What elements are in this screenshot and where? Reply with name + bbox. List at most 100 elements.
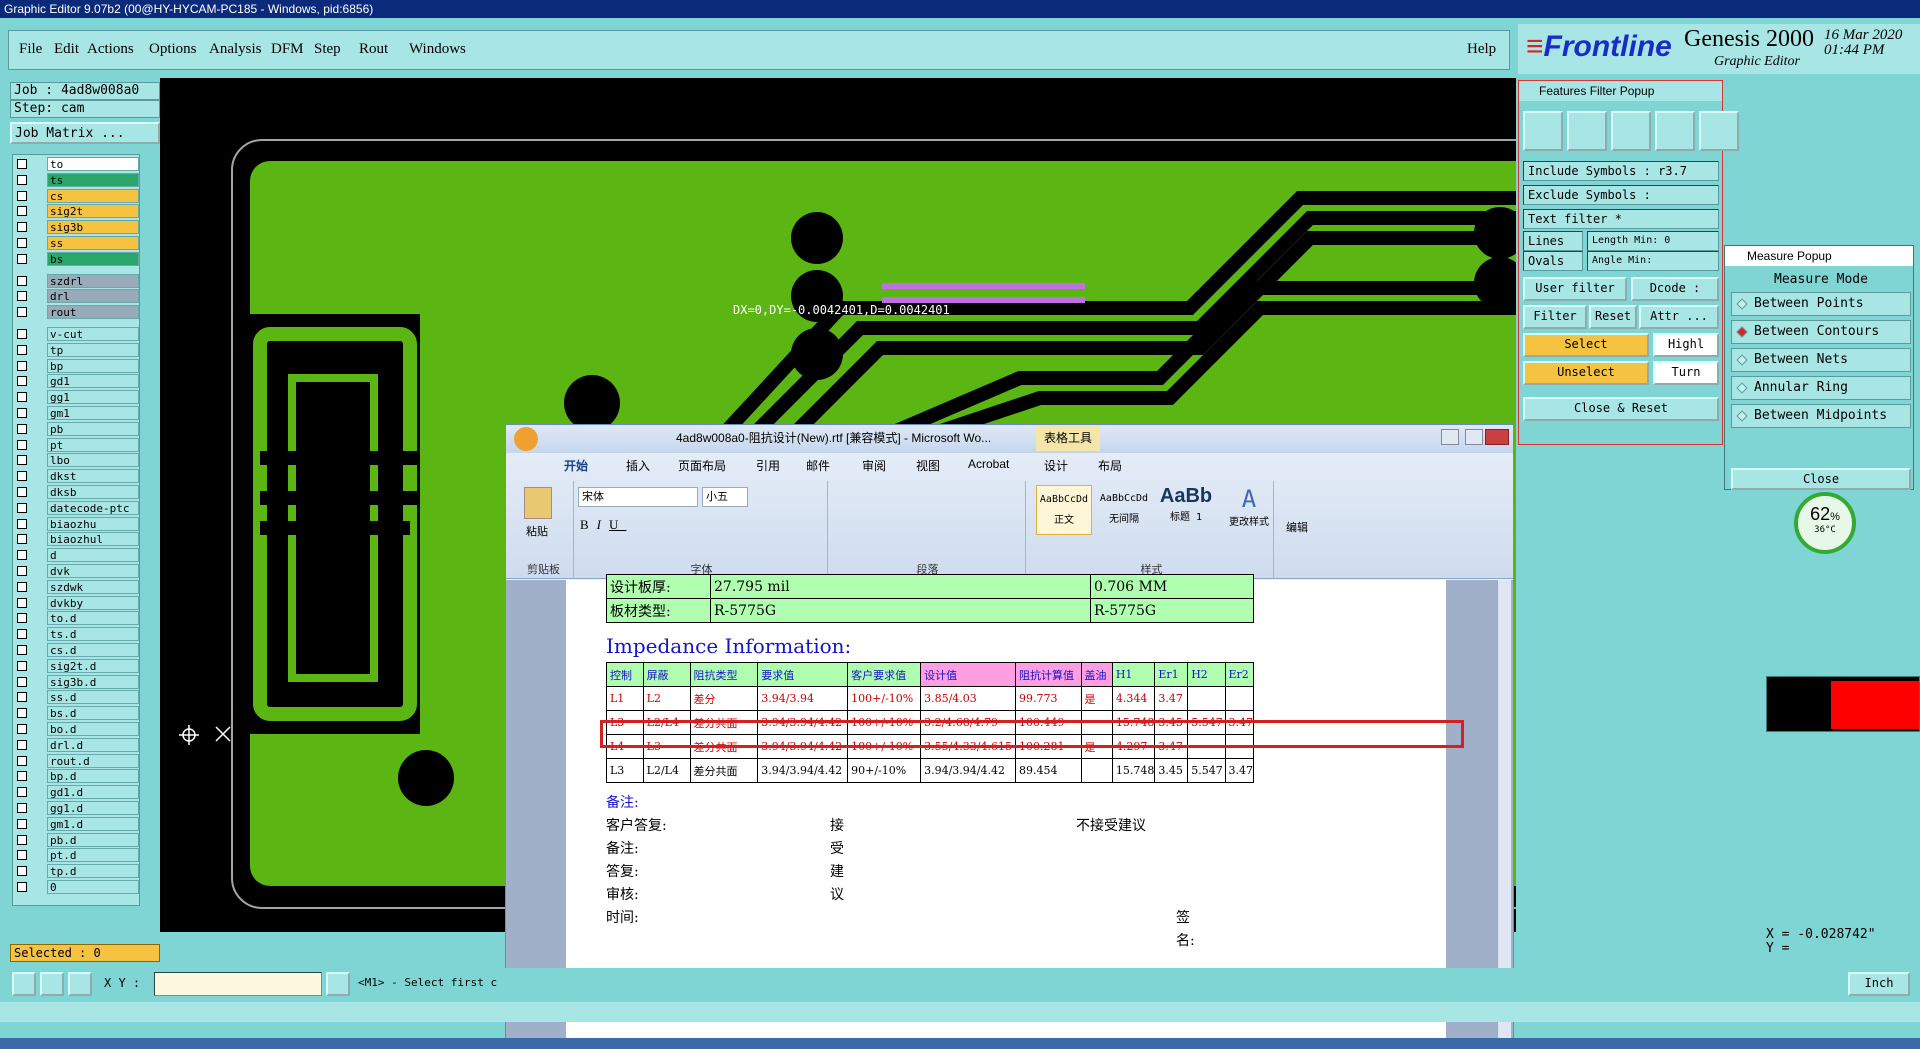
layer-name[interactable]: cs.d — [47, 643, 139, 657]
layer-row[interactable]: lbo — [15, 453, 139, 468]
measure-between-contours[interactable]: Between Contours — [1731, 320, 1911, 344]
paste-icon[interactable] — [524, 487, 552, 519]
layer-checkbox[interactable] — [17, 771, 27, 782]
layer-checkbox[interactable] — [17, 222, 27, 233]
layer-checkbox[interactable] — [17, 423, 27, 434]
layer-checkbox[interactable] — [17, 329, 27, 339]
layer-name[interactable]: ts.d — [47, 627, 139, 642]
layer-name[interactable]: gg1 — [47, 390, 139, 405]
layer-checkbox[interactable] — [17, 238, 27, 248]
layer-row[interactable]: sig2t — [15, 204, 139, 219]
layer-name[interactable]: gm1 — [47, 406, 139, 420]
layer-checkbox[interactable] — [17, 613, 27, 624]
style-normal[interactable]: AaBbCcDd 正文 — [1036, 485, 1092, 535]
minimize-icon[interactable] — [1441, 429, 1459, 445]
layer-name[interactable]: cs — [47, 188, 139, 203]
layer-row[interactable]: ss.d — [15, 690, 139, 705]
layer-checkbox[interactable] — [17, 787, 27, 798]
layer-checkbox[interactable] — [17, 174, 27, 185]
layer-name[interactable]: bp.d — [47, 769, 139, 784]
unselect-button[interactable]: Unselect — [1523, 361, 1649, 385]
layer-row[interactable]: pt — [15, 437, 139, 452]
layer-name[interactable]: dvkby — [47, 595, 139, 610]
layer-row[interactable]: bs — [15, 251, 139, 266]
layer-row[interactable]: szdwk — [15, 579, 139, 594]
layer-row[interactable]: to — [15, 157, 139, 171]
layer-row[interactable]: cs — [15, 188, 139, 203]
lines-checkbox[interactable]: Lines — [1523, 231, 1583, 251]
layer-name[interactable]: szdwk — [47, 579, 139, 594]
layer-row[interactable]: bp.d — [15, 769, 139, 784]
menu-windows[interactable]: Windows — [409, 41, 466, 58]
layer-name[interactable]: sig2t.d — [47, 658, 139, 673]
layer-row[interactable]: ss — [15, 236, 139, 250]
layer-row[interactable]: drl — [15, 289, 139, 304]
include-symbols-field[interactable]: Include Symbols : r3.7 — [1523, 161, 1719, 181]
turn-button[interactable]: Turn — [1653, 361, 1719, 385]
layer-name[interactable]: rout — [47, 305, 139, 320]
layer-checkbox[interactable] — [17, 471, 27, 482]
snap-icon[interactable] — [12, 972, 36, 996]
layer-checkbox[interactable] — [17, 708, 27, 719]
font-format-buttons[interactable]: BIU — [580, 517, 626, 533]
layer-checkbox[interactable] — [17, 818, 27, 829]
layer-name[interactable]: to — [47, 157, 139, 171]
layer-row[interactable]: cs.d — [15, 643, 139, 657]
font-name-select[interactable]: 宋体 — [578, 487, 698, 507]
layer-row[interactable]: dvkby — [15, 595, 139, 610]
tab-references[interactable]: 引用 — [756, 457, 780, 474]
layer-checkbox[interactable] — [17, 660, 27, 671]
layer-name[interactable]: pb — [47, 421, 139, 436]
layer-name[interactable]: lbo — [47, 453, 139, 468]
menu-actions[interactable]: Actions — [87, 41, 134, 58]
layer-name[interactable]: biaozhul — [47, 532, 139, 547]
layer-row[interactable]: biaozhul — [15, 532, 139, 547]
layer-checkbox[interactable] — [17, 392, 27, 403]
layer-name[interactable]: pt.d — [47, 848, 139, 863]
layer-name[interactable]: gd1 — [47, 374, 139, 389]
layer-name[interactable]: gg1.d — [47, 801, 139, 815]
text-tool-icon[interactable] — [1699, 111, 1739, 151]
layer-checkbox[interactable] — [17, 439, 27, 450]
layer-checkbox[interactable] — [17, 360, 27, 371]
maximize-icon[interactable] — [1465, 429, 1483, 445]
layer-name[interactable]: v-cut — [47, 327, 139, 341]
layer-row[interactable]: to.d — [15, 611, 139, 626]
layer-name[interactable]: to.d — [47, 611, 139, 626]
arc-tool-icon[interactable] — [1655, 111, 1695, 151]
layer-checkbox[interactable] — [17, 850, 27, 861]
layer-row[interactable]: biaozhu — [15, 516, 139, 531]
tab-mailings[interactable]: 邮件 — [806, 457, 830, 474]
layer-row[interactable]: gd1.d — [15, 785, 139, 800]
layer-row[interactable]: sig3b.d — [15, 674, 139, 689]
layer-name[interactable]: dvk — [47, 564, 139, 578]
pad-tool-icon[interactable] — [1567, 111, 1607, 151]
layer-checkbox[interactable] — [17, 455, 27, 466]
layer-row[interactable]: datecode-ptc — [15, 500, 139, 515]
layer-checkbox[interactable] — [17, 803, 27, 813]
layer-row[interactable]: drl.d — [15, 737, 139, 752]
measure-between-points[interactable]: Between Points — [1731, 292, 1911, 316]
user-filter-button[interactable]: User filter ... — [1523, 277, 1627, 313]
layer-name[interactable]: drl.d — [47, 737, 139, 752]
layer-checkbox[interactable] — [17, 159, 27, 169]
tab-home[interactable]: 开始 — [564, 457, 588, 474]
measure-annular-ring[interactable]: Annular Ring — [1731, 376, 1911, 400]
change-styles-button[interactable]: A 更改样式 — [1226, 485, 1272, 528]
tab-design[interactable]: 设计 — [1044, 457, 1068, 474]
layer-name[interactable]: sig3b — [47, 220, 139, 235]
layer-row[interactable]: 0 — [15, 880, 139, 894]
close-icon[interactable] — [1485, 429, 1509, 445]
menu-analysis[interactable]: Analysis — [209, 41, 262, 58]
layer-row[interactable]: ts — [15, 172, 139, 187]
layer-row[interactable]: dvk — [15, 564, 139, 578]
table-tools-tab[interactable]: 表格工具 — [1036, 425, 1101, 451]
layer-row[interactable]: pb — [15, 421, 139, 436]
layer-row[interactable]: tp — [15, 342, 139, 357]
select-button[interactable]: Select — [1523, 333, 1649, 357]
close-reset-button[interactable]: Close & Reset — [1523, 397, 1719, 421]
measure-between-nets[interactable]: Between Nets — [1731, 348, 1911, 372]
tab-acrobat[interactable]: Acrobat — [968, 457, 1009, 471]
layer-name[interactable]: pb.d — [47, 832, 139, 847]
layer-row[interactable]: sig3b — [15, 220, 139, 235]
